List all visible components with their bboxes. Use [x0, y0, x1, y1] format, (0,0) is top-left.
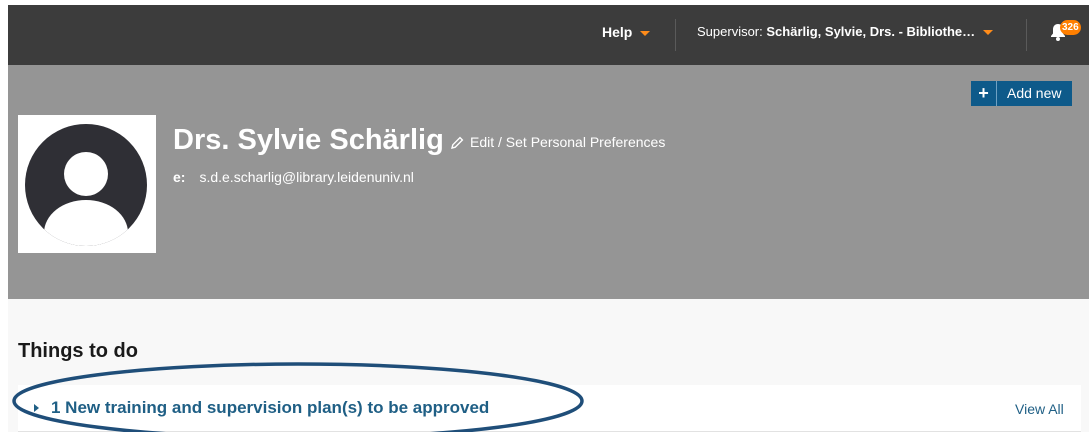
edit-preferences-label: Edit / Set Personal Preferences — [470, 134, 666, 150]
pencil-icon — [451, 136, 464, 149]
top-navigation-bar: Help Supervisor: Schärlig, Sylvie, Drs. … — [8, 5, 1089, 65]
help-menu[interactable]: Help — [602, 24, 651, 40]
supervisor-menu[interactable]: Supervisor: Schärlig, Sylvie, Drs. - Bib… — [697, 24, 994, 39]
notification-badge[interactable]: 326 — [1060, 20, 1081, 35]
topbar-divider — [675, 19, 676, 51]
caret-down-icon — [983, 30, 994, 36]
caret-down-icon — [640, 30, 651, 36]
supervisor-prefix: Supervisor: — [697, 24, 767, 39]
help-label: Help — [602, 24, 633, 40]
add-new-label: Add new — [1007, 85, 1062, 101]
email-value: s.d.e.scharlig@library.leidenuniv.nl — [199, 169, 414, 185]
things-to-do-heading: Things to do — [18, 340, 138, 362]
caret-right-icon — [34, 404, 39, 412]
edit-preferences-link[interactable]: Edit / Set Personal Preferences — [451, 134, 665, 150]
profile-name: Drs. Sylvie Schärlig — [173, 124, 444, 156]
topbar-divider — [1026, 19, 1027, 51]
add-new-button[interactable]: + Add new — [971, 81, 1073, 106]
todo-item-link[interactable]: 1 New training and supervision plan(s) t… — [51, 398, 489, 418]
supervisor-name: Schärlig, Sylvie, Drs. - Bibliothe… — [766, 24, 976, 39]
view-all-link[interactable]: View All — [1015, 401, 1064, 417]
todo-item[interactable]: 1 New training and supervision plan(s) t… — [18, 385, 1081, 432]
profile-header: + Add new Drs. Sylvie Schärlig Edit / Se… — [8, 65, 1089, 299]
email-row: e: s.d.e.scharlig@library.leidenuniv.nl — [173, 169, 414, 185]
app-frame: Help Supervisor: Schärlig, Sylvie, Drs. … — [8, 5, 1089, 432]
avatar — [18, 115, 156, 253]
email-label: e: — [173, 169, 186, 185]
user-avatar-icon — [25, 124, 147, 246]
plus-icon: + — [971, 81, 997, 106]
